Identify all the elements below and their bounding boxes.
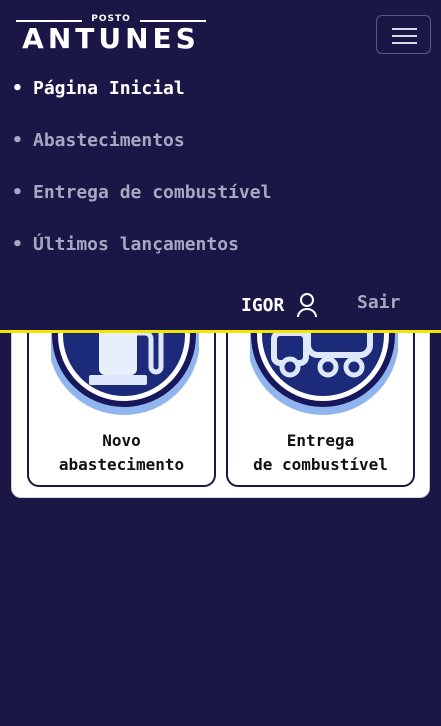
user-name: IGOR bbox=[241, 294, 285, 316]
nav-item-latest-entries[interactable]: • Últimos lançamentos bbox=[12, 232, 432, 284]
nav-item-refuels[interactable]: • Abastecimentos bbox=[12, 128, 432, 180]
menu-toggle-button[interactable] bbox=[376, 15, 431, 54]
brand-main-text: ANTUNES bbox=[22, 22, 200, 55]
bullet-icon: • bbox=[12, 78, 23, 99]
bullet-icon: • bbox=[12, 182, 23, 203]
nav-item-fuel-delivery[interactable]: • Entrega de combustível bbox=[12, 180, 432, 232]
nav-item-label: Página Inicial bbox=[33, 78, 185, 99]
bullet-icon: • bbox=[12, 234, 23, 255]
fuel-delivery-label-line2: de combustível bbox=[253, 455, 388, 474]
nav-item-label: Abastecimentos bbox=[33, 130, 185, 151]
logout-link[interactable]: Sair bbox=[357, 290, 400, 316]
nav-item-label: Entrega de combustível bbox=[33, 182, 272, 203]
nav-item-label: Últimos lançamentos bbox=[33, 234, 239, 255]
fuel-delivery-label-line1: Entrega bbox=[286, 431, 355, 450]
nav-menu: • Página Inicial • Abastecimentos • Entr… bbox=[12, 76, 432, 284]
hamburger-icon bbox=[392, 28, 417, 30]
navbar: POSTO ANTUNES • Página Inicial • Abastec… bbox=[0, 0, 441, 333]
user-menu[interactable]: IGOR bbox=[241, 290, 318, 320]
nav-item-home[interactable]: • Página Inicial bbox=[12, 76, 432, 128]
brand-logo[interactable]: POSTO ANTUNES bbox=[14, 14, 208, 54]
new-refuel-label-line2: abastecimento bbox=[58, 455, 185, 474]
user-icon bbox=[297, 293, 318, 318]
new-refuel-label-line1: Novo bbox=[102, 431, 141, 450]
bullet-icon: • bbox=[12, 130, 23, 151]
